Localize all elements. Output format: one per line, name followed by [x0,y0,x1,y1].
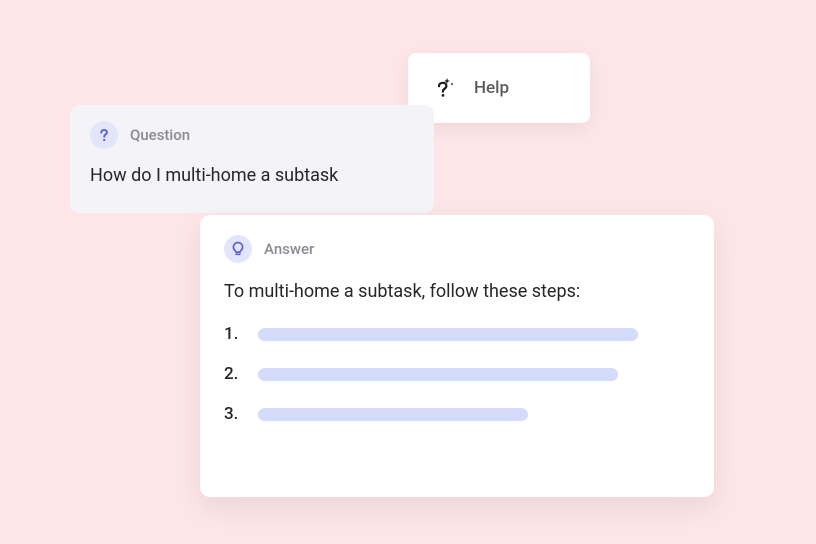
placeholder-line [258,368,618,381]
placeholder-line [258,408,528,421]
answer-text: To multi-home a subtask, follow these st… [224,281,690,302]
question-text: How do I multi-home a subtask [90,165,414,186]
answer-header-label: Answer [264,240,314,258]
step-number: 3. [224,404,242,424]
question-icon [90,121,118,149]
question-card: Question How do I multi-home a subtask [70,105,434,213]
lightbulb-icon [224,235,252,263]
help-label: Help [474,78,509,98]
answer-header: Answer [224,235,690,263]
question-header-label: Question [130,126,190,144]
help-card[interactable]: Help [408,53,590,123]
step-number: 2. [224,364,242,384]
answer-card: Answer To multi-home a subtask, follow t… [200,215,714,497]
sparkle-question-icon [430,74,458,102]
answer-steps: 1. 2. 3. [224,324,690,424]
answer-step: 1. [224,324,690,344]
answer-step: 2. [224,364,690,384]
question-header: Question [90,121,414,149]
placeholder-line [258,328,638,341]
step-number: 1. [224,324,242,344]
answer-step: 3. [224,404,690,424]
